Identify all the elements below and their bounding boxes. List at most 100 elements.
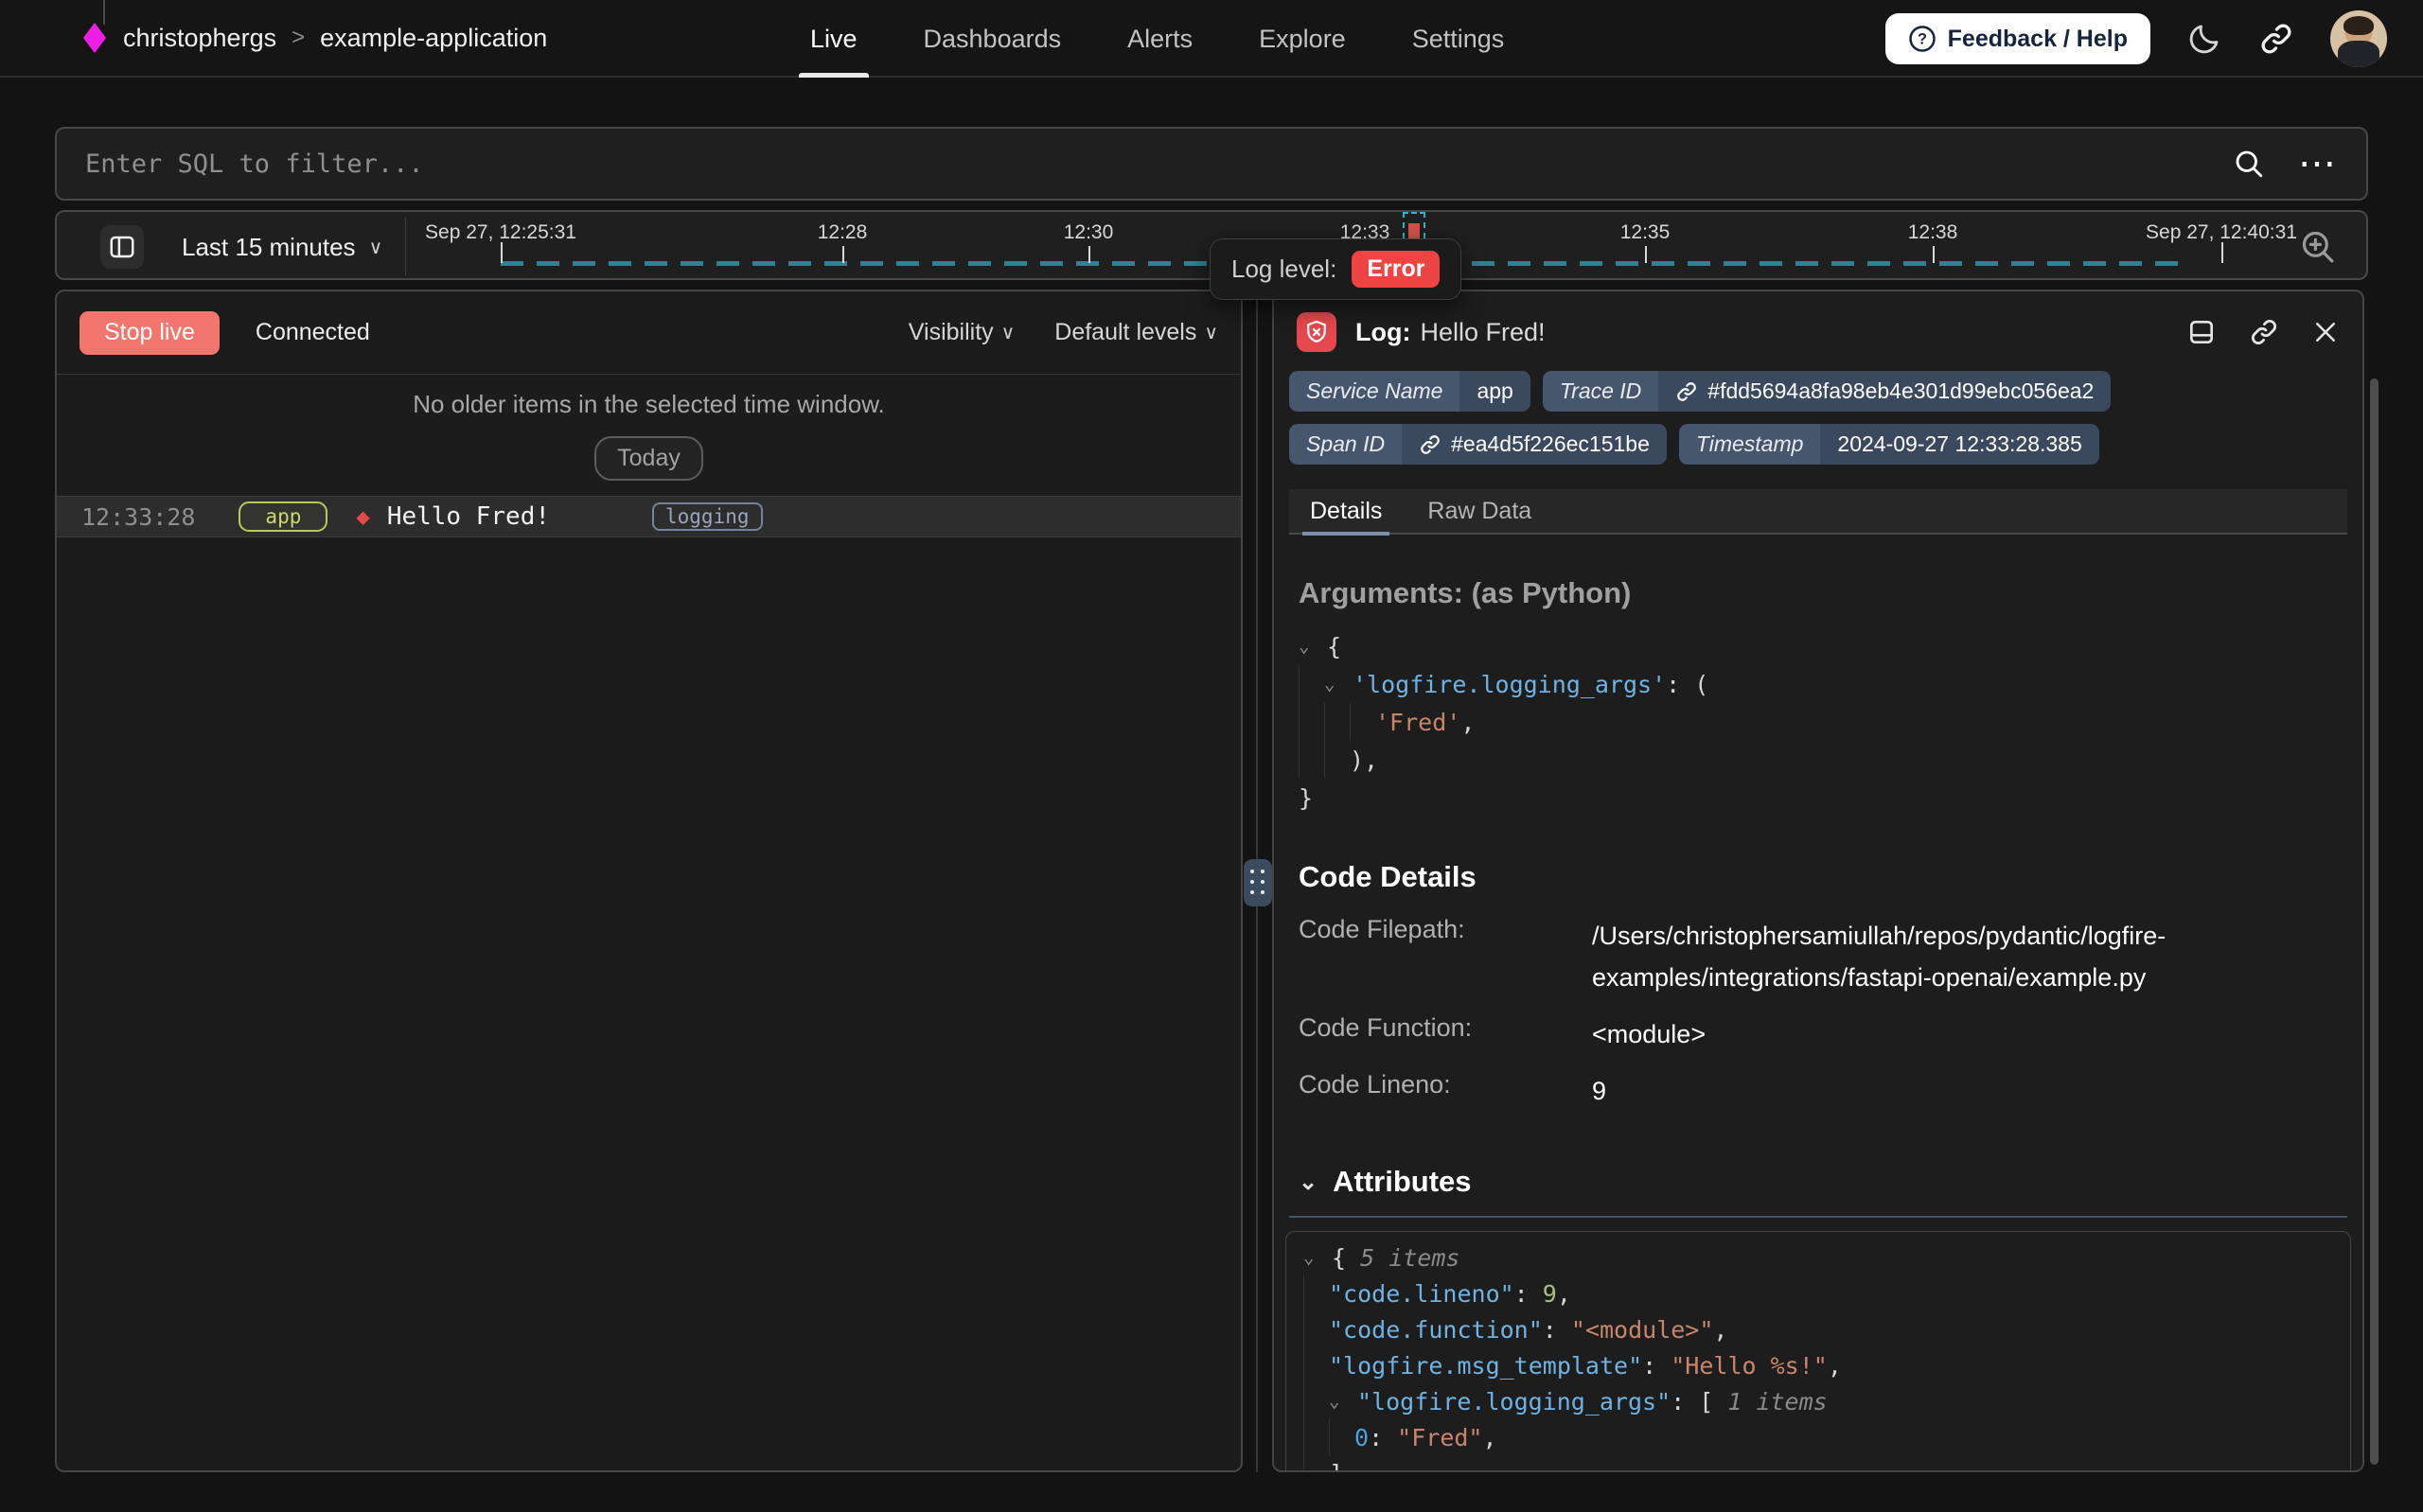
timeline-tick-label: 12:38: [1908, 221, 1958, 244]
chevron-down-icon: ∨: [1001, 321, 1016, 344]
collapse-chevron-icon[interactable]: ⌄: [1299, 1169, 1318, 1196]
code-line: }: [1299, 779, 2338, 817]
svg-text:?: ?: [1918, 31, 1927, 48]
attributes-divider: [1289, 1216, 2347, 1218]
timeline-tick-label: 12:30: [1064, 221, 1114, 244]
nav-tab-live[interactable]: Live: [810, 0, 858, 78]
code-lineno-label: Code Lineno:: [1299, 1070, 1583, 1099]
logging-tag: logging: [652, 502, 763, 531]
json-line: "logfire.msg_template": "Hello %s!",: [1303, 1347, 2333, 1383]
log-time: 12:33:28: [81, 503, 195, 531]
link-icon: [1419, 433, 1441, 456]
service-tag: app: [239, 501, 327, 532]
default-levels-dropdown[interactable]: Default levels ∨: [1054, 319, 1218, 346]
json-line: 0: "Fred",: [1303, 1419, 2333, 1455]
sql-filter-bar: ⋯: [55, 127, 2368, 201]
live-panel-header: Stop live Connected Visibility ∨ Default…: [57, 291, 1241, 375]
timeline-start-label: Sep 27, 12:25:31: [425, 221, 576, 244]
logfire-logo-diamond[interactable]: [83, 23, 106, 53]
log-detail-panel: Log:Hello Fred! Service Name app: [1272, 290, 2364, 1472]
code-function-label: Code Function:: [1299, 1013, 1583, 1043]
close-panel-button[interactable]: [2311, 318, 2340, 346]
question-circle-icon: ?: [1908, 25, 1937, 53]
expander-chevron-icon[interactable]: ⌄: [1329, 1391, 1357, 1412]
json-line: "code.function": "<module>",: [1303, 1311, 2333, 1347]
panel-resize-handle[interactable]: [1244, 859, 1272, 906]
share-link-button[interactable]: [2258, 21, 2294, 57]
sql-filter-input[interactable]: [85, 149, 2232, 179]
json-line: ]: [1303, 1455, 2333, 1472]
expander-chevron-icon[interactable]: ⌄: [1324, 674, 1353, 694]
visibility-dropdown[interactable]: Visibility ∨: [909, 319, 1015, 346]
timeline-end-label: Sep 27, 12:40:31: [2146, 221, 2297, 244]
nav-tabs: Live Dashboards Alerts Explore Settings: [810, 0, 1504, 78]
log-row[interactable]: 12:33:28 app ◆ Hello Fred! logging: [57, 496, 1241, 537]
error-diamond-icon: ◆: [356, 503, 369, 530]
tab-details[interactable]: Details: [1310, 488, 1382, 534]
time-range-selector[interactable]: Last 15 minutes ∨: [182, 212, 382, 282]
code-filepath-label: Code Filepath:: [1299, 915, 1583, 944]
close-icon: [2311, 318, 2340, 346]
log-message: Hello Fred!: [387, 502, 550, 531]
detail-actions: [2186, 317, 2340, 347]
top-nav: christophergs > example-application Live…: [0, 0, 2423, 78]
more-options-icon[interactable]: ⋯: [2298, 145, 2338, 183]
timeline-start-tick: [501, 242, 503, 263]
code-line: 'Fred',: [1299, 703, 2338, 741]
stop-live-button[interactable]: Stop live: [80, 311, 220, 355]
attributes-heading: ⌄ Attributes: [1299, 1165, 2338, 1199]
nav-tab-dashboards[interactable]: Dashboards: [924, 0, 1062, 78]
tab-raw-data[interactable]: Raw Data: [1427, 488, 1531, 534]
timeline-end-tick: [2221, 242, 2223, 263]
code-line: ⌄'logfire.logging_args': (: [1299, 665, 2338, 703]
breadcrumb-org[interactable]: christophergs: [123, 24, 276, 53]
search-icon[interactable]: [2232, 147, 2266, 181]
empty-state-message: No older items in the selected time wind…: [57, 390, 1241, 419]
nav-tab-explore[interactable]: Explore: [1259, 0, 1346, 78]
log-level-tooltip: Log level: Error: [1210, 238, 1461, 300]
span-id-badge[interactable]: Span ID #ea4d5f226ec151be: [1289, 424, 1667, 465]
nav-tab-settings[interactable]: Settings: [1412, 0, 1505, 78]
live-view-panel: Stop live Connected Visibility ∨ Default…: [55, 290, 1243, 1472]
detail-tabs: Details Raw Data: [1289, 489, 2347, 535]
expander-chevron-icon[interactable]: ⌄: [1303, 1247, 1332, 1268]
dock-bottom-icon: [2186, 317, 2217, 347]
timeline-tick: [1088, 246, 1090, 263]
detail-header: Log:Hello Fred!: [1274, 291, 2362, 367]
moon-icon: [2186, 21, 2222, 57]
nav-tab-alerts[interactable]: Alerts: [1127, 0, 1193, 78]
copy-link-button[interactable]: [2249, 317, 2279, 347]
today-button[interactable]: Today: [594, 436, 703, 481]
expander-chevron-icon[interactable]: ⌄: [1299, 636, 1327, 657]
detail-panel-scrollbar[interactable]: [2370, 378, 2379, 1465]
code-function-value: <module>: [1592, 1013, 2311, 1055]
chevron-down-icon: ∨: [1204, 321, 1218, 344]
service-name-badge[interactable]: Service Name app: [1289, 371, 1530, 412]
feedback-help-button[interactable]: ? Feedback / Help: [1885, 13, 2150, 64]
trace-id-badge[interactable]: Trace ID #fdd5694a8fa98eb4e301d99ebc056e…: [1543, 371, 2112, 412]
json-line: "code.lineno": 9,: [1303, 1275, 2333, 1311]
logo-accent-line: [103, 0, 105, 25]
connection-status: Connected: [256, 319, 370, 346]
code-filepath-value: /Users/christophersamiullah/repos/pydant…: [1592, 915, 2311, 998]
arguments-code-block: ⌄{ ⌄'logfire.logging_args': ( 'Fred', ),…: [1299, 627, 2338, 817]
link-icon: [2258, 21, 2294, 57]
code-line: ⌄{: [1299, 627, 2338, 665]
breadcrumb-separator: >: [292, 25, 305, 51]
panel-left-icon: [108, 233, 136, 261]
timeline-tick: [1645, 246, 1647, 263]
code-lineno-value: 9: [1592, 1070, 2311, 1112]
breadcrumb-project[interactable]: example-application: [320, 24, 547, 53]
theme-toggle-button[interactable]: [2186, 21, 2222, 57]
dock-panel-button[interactable]: [2186, 317, 2217, 347]
arguments-heading: Arguments: (as Python): [1299, 576, 2338, 610]
code-line: ),: [1299, 741, 2338, 779]
chevron-down-icon: ∨: [369, 236, 383, 259]
zoom-in-icon: [2298, 227, 2338, 267]
sidebar-toggle-button[interactable]: [100, 225, 144, 269]
code-details-table: Code Filepath: /Users/christophersamiull…: [1299, 915, 2338, 1112]
timeline-zoom-button[interactable]: [2298, 227, 2338, 267]
timestamp-badge[interactable]: Timestamp 2024-09-27 12:33:28.385: [1679, 424, 2099, 465]
user-avatar[interactable]: [2330, 10, 2387, 67]
link-icon: [2249, 317, 2279, 347]
